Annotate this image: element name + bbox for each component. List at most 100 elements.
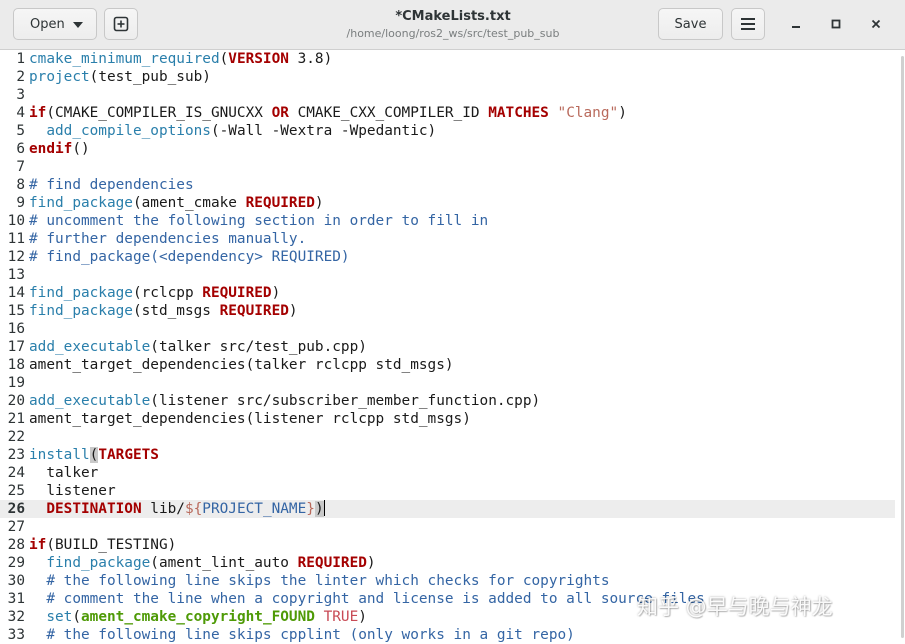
code-text: set(ament_cmake_copyright_FOUND TRUE)	[29, 608, 367, 626]
code-token: # further dependencies manually.	[29, 231, 307, 247]
code-token: talker	[29, 465, 99, 481]
code-line[interactable]: 1 cmake_minimum_required(VERSION 3.8)	[0, 50, 895, 68]
line-number: 1	[16, 51, 25, 67]
code-text: add_compile_options(-Wall -Wextra -Wpeda…	[29, 122, 436, 140]
code-token: ${	[184, 501, 203, 517]
line-number: 17	[7, 339, 25, 355]
code-token: )	[618, 105, 627, 121]
code-line[interactable]: 21 ament_target_dependencies(listener rcl…	[0, 410, 895, 428]
code-line[interactable]: 26 DESTINATION lib/${PROJECT_NAME})	[0, 500, 895, 518]
code-line[interactable]: 22	[0, 428, 895, 446]
code-line[interactable]: 10 # uncomment the following section in o…	[0, 212, 895, 230]
code-token: (rclcpp	[132, 285, 203, 301]
code-text: find_package(ament_cmake REQUIRED)	[29, 194, 324, 212]
code-line[interactable]: 11 # further dependencies manually.	[0, 230, 895, 248]
code-token: # comment the line when a copyright and …	[46, 591, 705, 607]
open-button[interactable]: Open	[13, 8, 97, 40]
code-token: OR	[271, 105, 289, 121]
code-line[interactable]: 13	[0, 266, 895, 284]
code-line[interactable]: 6 endif()	[0, 140, 895, 158]
code-token: ament_target_dependencies(listener rclcp…	[29, 411, 471, 427]
open-button-label: Open	[30, 16, 65, 32]
line-number: 8	[16, 177, 25, 193]
save-button-label: Save	[674, 16, 707, 32]
code-text: # further dependencies manually.	[29, 230, 306, 248]
code-line[interactable]: 19	[0, 374, 895, 392]
code-text: endif()	[29, 140, 90, 158]
code-token: add_executable	[29, 393, 151, 409]
line-number: 22	[7, 429, 25, 445]
code-line[interactable]: 3	[0, 86, 895, 104]
code-line[interactable]: 15 find_package(std_msgs REQUIRED)	[0, 302, 895, 320]
line-number: 32	[7, 609, 25, 625]
maximize-button[interactable]	[824, 12, 848, 36]
code-line[interactable]: 9 find_package(ament_cmake REQUIRED)	[0, 194, 895, 212]
code-token: (ament_lint_auto	[150, 555, 298, 571]
code-token: (talker src/test_pub.cpp)	[150, 339, 367, 355]
code-token: # find_package(<dependency> REQUIRED)	[29, 249, 350, 265]
code-token: (CMAKE_COMPILER_IS_GNUCXX	[46, 105, 272, 121]
code-token: }	[306, 501, 315, 517]
code-line[interactable]: 17 add_executable(talker src/test_pub.cpp…	[0, 338, 895, 356]
code-text: ament_target_dependencies(talker rclcpp …	[29, 356, 454, 374]
line-number: 28	[7, 537, 25, 553]
text-editor-area[interactable]: 1 cmake_minimum_required(VERSION 3.8) 2 pro…	[0, 50, 905, 644]
code-line[interactable]: 4 if(CMAKE_COMPILER_IS_GNUCXX OR CMAKE_CX…	[0, 104, 895, 122]
code-line[interactable]: 24 talker	[0, 464, 895, 482]
line-number: 25	[7, 483, 25, 499]
vertical-scrollbar[interactable]	[901, 56, 904, 638]
code-token: set	[46, 609, 73, 625]
code-token: (	[72, 609, 81, 625]
code-token: 3.8)	[288, 51, 333, 67]
code-token: )	[288, 303, 298, 319]
minimize-button[interactable]	[784, 12, 808, 36]
code-line[interactable]: 30 # the following line skips the linter…	[0, 572, 895, 590]
code-line[interactable]: 14 find_package(rclcpp REQUIRED)	[0, 284, 895, 302]
code-token: REQUIRED	[202, 285, 272, 301]
line-number: 18	[7, 357, 25, 373]
code-line[interactable]: 5 add_compile_options(-Wall -Wextra -Wpe…	[0, 122, 895, 140]
code-token: "Clang"	[557, 105, 619, 121]
code-line[interactable]: 20 add_executable(listener src/subscriber…	[0, 392, 895, 410]
code-line[interactable]: 29 find_package(ament_lint_auto REQUIRED…	[0, 554, 895, 572]
code-text: find_package(ament_lint_auto REQUIRED)	[29, 554, 375, 572]
code-text: # find dependencies	[29, 176, 194, 194]
code-line[interactable]: 28 if(BUILD_TESTING)	[0, 536, 895, 554]
code-text: # uncomment the following section in ord…	[29, 212, 488, 230]
code-token: ament_cmake_copyright_FOUND	[81, 609, 315, 625]
line-number: 33	[7, 627, 25, 643]
code-text: talker	[29, 464, 98, 482]
code-text: add_executable(listener src/subscriber_m…	[29, 392, 540, 410]
code-token: endif	[29, 141, 73, 157]
code-line[interactable]: 27	[0, 518, 895, 536]
save-button[interactable]: Save	[658, 8, 723, 40]
code-line[interactable]: 2 project(test_pub_sub)	[0, 68, 895, 86]
code-line[interactable]: 12 # find_package(<dependency> REQUIRED)	[0, 248, 895, 266]
code-token: if	[29, 105, 47, 121]
code-line[interactable]: 16	[0, 320, 895, 338]
close-button[interactable]	[864, 12, 888, 36]
code-line[interactable]: 8 # find dependencies	[0, 176, 895, 194]
close-icon	[871, 19, 881, 29]
new-tab-button[interactable]	[104, 8, 138, 40]
code-line[interactable]: 7	[0, 158, 895, 176]
code-token: MATCHES	[488, 105, 549, 121]
code-token: # the following line skips the linter wh…	[46, 573, 610, 589]
code-text: # comment the line when a copyright and …	[29, 590, 705, 608]
line-number: 4	[16, 105, 25, 121]
code-token: # uncomment the following section in ord…	[29, 213, 489, 229]
code-line[interactable]: 33 # the following line skips cpplint (o…	[0, 626, 895, 644]
code-token: (listener src/subscriber_member_function…	[150, 393, 541, 409]
window-title: *CMakeLists.txt	[395, 9, 511, 24]
code-line[interactable]: 25 listener	[0, 482, 895, 500]
code-token: (test_pub_sub)	[89, 69, 211, 85]
code-line[interactable]: 18 ament_target_dependencies(talker rclcp…	[0, 356, 895, 374]
code-token: REQUIRED	[245, 195, 315, 211]
code-text: # find_package(<dependency> REQUIRED)	[29, 248, 350, 266]
line-number: 6	[16, 141, 25, 157]
code-line[interactable]: 23 install(TARGETS	[0, 446, 895, 464]
code-text: install(TARGETS	[29, 446, 159, 464]
menu-button[interactable]	[731, 8, 765, 40]
